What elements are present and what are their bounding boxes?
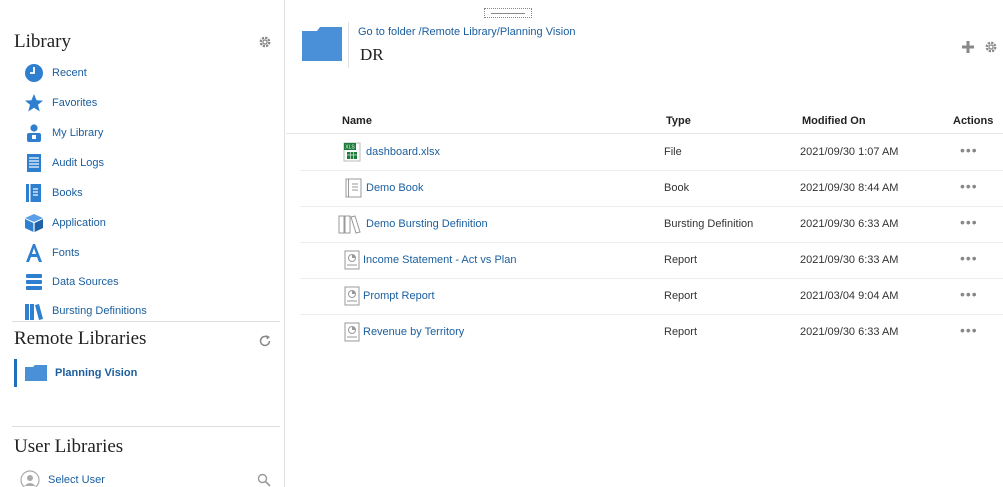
- library-settings-gear-icon[interactable]: [258, 35, 272, 49]
- sidebar-item-label: Application: [52, 217, 106, 229]
- file-name-link[interactable]: dashboard.xlsx: [366, 146, 440, 158]
- folder-icon: [302, 27, 342, 61]
- log-icon: [24, 153, 44, 173]
- file-name-link[interactable]: Demo Bursting Definition: [366, 218, 488, 230]
- sidebar-item-favorites[interactable]: Favorites: [24, 92, 97, 114]
- star-icon: [24, 93, 44, 113]
- sidebar-item-data-sources[interactable]: Data Sources: [24, 271, 119, 293]
- sidebar: Library Recent Favorites My Library Audi…: [0, 0, 285, 487]
- file-type: Bursting Definition: [664, 218, 754, 230]
- sidebar-item-audit-logs[interactable]: Audit Logs: [24, 152, 104, 174]
- file-modified: 2021/09/30 6:33 AM: [800, 326, 899, 338]
- user-libraries-title: User Libraries: [14, 436, 124, 457]
- sidebar-item-label: Audit Logs: [52, 157, 104, 169]
- refresh-icon[interactable]: [258, 334, 272, 348]
- book-icon: [24, 183, 44, 203]
- sidebar-item-recent[interactable]: Recent: [24, 62, 87, 84]
- search-icon[interactable]: [257, 473, 271, 487]
- remote-item-label: Planning Vision: [55, 367, 138, 379]
- table-header: Name Type Modified On Actions: [286, 112, 1003, 134]
- sidebar-item-my-library[interactable]: My Library: [24, 122, 103, 144]
- file-modified: 2021/09/30 1:07 AM: [800, 146, 899, 158]
- actions-menu-button[interactable]: •••: [960, 286, 978, 302]
- sidebar-item-label: Data Sources: [52, 276, 119, 288]
- excel-file-icon: XLS: [343, 142, 361, 162]
- sidebar-item-label: Fonts: [52, 247, 80, 259]
- sidebar-item-label: Favorites: [52, 97, 98, 109]
- column-header-name[interactable]: Name: [342, 115, 372, 127]
- table-row[interactable]: Demo Book Book 2021/09/30 8:44 AM •••: [300, 171, 1003, 207]
- sidebar-item-label: Bursting Definitions: [52, 305, 147, 317]
- file-name-link[interactable]: Income Statement - Act vs Plan: [363, 254, 516, 266]
- bursting-def-icon: [338, 215, 361, 234]
- settings-gear-icon[interactable]: [984, 40, 998, 54]
- actions-menu-button[interactable]: •••: [960, 250, 978, 266]
- file-modified: 2021/09/30 6:33 AM: [800, 254, 899, 266]
- clock-icon: [24, 63, 44, 83]
- file-type: Report: [664, 290, 698, 302]
- table-row[interactable]: Prompt Report Report 2021/03/04 9:04 AM …: [300, 279, 1003, 315]
- table-row[interactable]: XLS dashboard.xlsx File 2021/09/30 1:07 …: [300, 135, 1003, 171]
- table-row[interactable]: Revenue by Territory Report 2021/09/30 6…: [300, 315, 1003, 351]
- resize-handle[interactable]: [484, 8, 532, 18]
- select-user-label: Select User: [48, 474, 105, 486]
- actions-menu-button[interactable]: •••: [960, 322, 978, 338]
- sidebar-item-bursting-definitions[interactable]: Bursting Definitions: [24, 300, 147, 322]
- cube-icon: [24, 213, 44, 233]
- remote-libraries-title: Remote Libraries: [14, 328, 147, 349]
- file-name-link[interactable]: Demo Book: [366, 182, 423, 194]
- column-header-type[interactable]: Type: [666, 115, 691, 127]
- report-icon: [344, 250, 360, 270]
- main-content: Go to folder /Remote Library/Planning Vi…: [286, 0, 1003, 487]
- sidebar-item-label: Books: [52, 187, 83, 199]
- bursting-icon: [24, 301, 44, 321]
- file-type: Report: [664, 254, 698, 266]
- person-icon: [24, 123, 44, 143]
- svg-text:XLS: XLS: [345, 145, 355, 151]
- file-type: Book: [664, 182, 690, 194]
- sidebar-item-label: My Library: [52, 127, 104, 139]
- report-icon: [344, 322, 360, 342]
- select-user-item[interactable]: Select User: [20, 469, 105, 487]
- remote-item-planning-vision[interactable]: Planning Vision: [14, 359, 214, 387]
- report-icon: [344, 286, 360, 306]
- file-modified: 2021/03/04 9:04 AM: [800, 290, 899, 302]
- database-icon: [24, 272, 44, 292]
- sidebar-item-books[interactable]: Books: [24, 182, 83, 204]
- breadcrumb[interactable]: Go to folder /Remote Library/Planning Vi…: [358, 26, 575, 38]
- folder-icon: [25, 365, 47, 381]
- user-circle-icon: [20, 470, 40, 487]
- file-name-link[interactable]: Revenue by Territory: [363, 326, 464, 338]
- section-divider: [12, 426, 280, 427]
- book-doc-icon: [345, 178, 362, 198]
- sidebar-item-label: Recent: [52, 67, 87, 79]
- actions-menu-button[interactable]: •••: [960, 214, 978, 230]
- sidebar-item-fonts[interactable]: Fonts: [24, 242, 80, 264]
- file-type: File: [664, 146, 682, 158]
- file-name-link[interactable]: Prompt Report: [363, 290, 435, 302]
- file-modified: 2021/09/30 6:33 AM: [800, 218, 899, 230]
- column-header-actions: Actions: [953, 115, 994, 127]
- column-header-modified[interactable]: Modified On: [802, 115, 866, 127]
- file-modified: 2021/09/30 8:44 AM: [800, 182, 899, 194]
- library-title: Library: [14, 31, 71, 52]
- table-row[interactable]: Demo Bursting Definition Bursting Defini…: [300, 207, 1003, 243]
- header-divider: [348, 22, 349, 68]
- section-divider: [12, 321, 280, 322]
- table-row[interactable]: Income Statement - Act vs Plan Report 20…: [300, 243, 1003, 279]
- actions-menu-button[interactable]: •••: [960, 142, 978, 158]
- page-title: DR: [360, 45, 384, 64]
- actions-menu-button[interactable]: •••: [960, 178, 978, 194]
- sidebar-item-application[interactable]: Application: [24, 212, 106, 234]
- file-type: Report: [664, 326, 698, 338]
- add-icon[interactable]: [961, 40, 975, 54]
- font-icon: [24, 243, 44, 263]
